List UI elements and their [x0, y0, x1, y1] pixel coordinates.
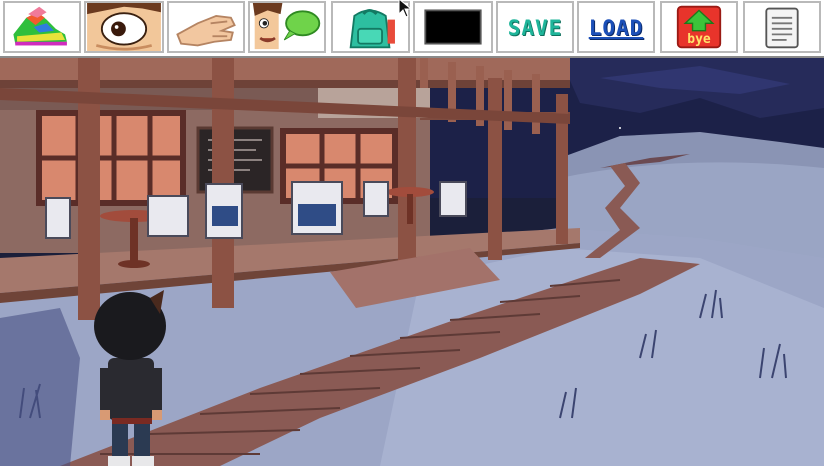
selected-item-slot[interactable] [413, 1, 493, 53]
load-button[interactable]: LOAD [577, 1, 655, 53]
notepad-icon [746, 3, 818, 51]
face-speech-bubble-icon [251, 3, 323, 51]
game-scene[interactable] [0, 58, 824, 466]
action-toolbar: SAVE LOAD bye [0, 0, 824, 58]
night-cafe-scene [0, 58, 824, 466]
quit-button[interactable]: bye [660, 1, 738, 53]
quit-label: bye [687, 32, 711, 47]
use-button[interactable] [167, 1, 245, 53]
eye-icon [87, 3, 161, 51]
save-label: SAVE [507, 16, 563, 40]
cafe-window-left [36, 110, 186, 206]
chalkboard-menu [196, 126, 274, 194]
hand-icon [170, 3, 242, 51]
empty-item-slot-icon [416, 3, 490, 51]
load-label: LOAD [588, 16, 644, 40]
notes-button[interactable] [743, 1, 821, 53]
backpack-icon [334, 3, 407, 51]
save-button[interactable]: SAVE [496, 1, 574, 53]
sneaker-icon [6, 3, 78, 51]
walk-button[interactable] [3, 1, 81, 53]
mouse-cursor-icon [398, 0, 413, 18]
look-button[interactable] [84, 1, 164, 53]
talk-button[interactable] [248, 1, 326, 53]
